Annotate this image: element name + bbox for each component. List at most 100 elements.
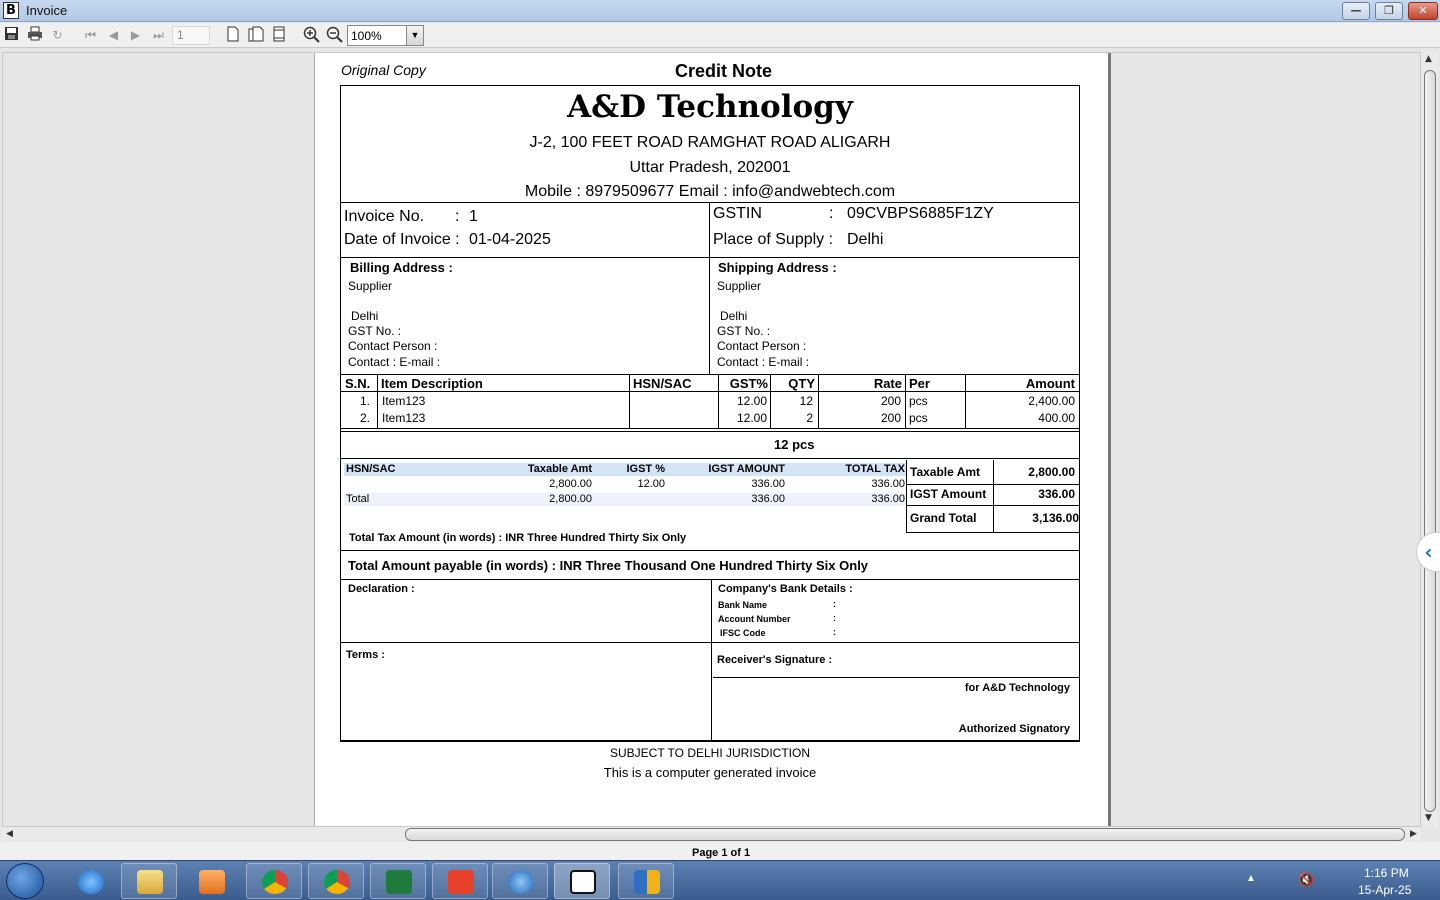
tax-amount-words: Total Tax Amount (in words) : INR Three … (349, 532, 687, 544)
company-address: J-2, 100 FEET ROAD RAMGHAT ROAD ALIGARH (529, 134, 891, 151)
tax-taxable: 2,800.00 (549, 478, 592, 490)
clock-time[interactable]: 1:16 PM (1364, 866, 1409, 880)
zoom-select[interactable]: 100% (347, 25, 407, 46)
shipping-name: Supplier (717, 279, 762, 293)
billing-heading: Billing Address : (350, 260, 453, 275)
shipping-person: Contact Person : (717, 339, 807, 353)
item-amount: 2,400.00 (1028, 394, 1075, 408)
chrome-icon[interactable] (246, 863, 302, 899)
authorized-signatory: Authorized Signatory (958, 723, 1070, 735)
divider (340, 391, 1080, 392)
minimize-button[interactable]: — (1342, 2, 1370, 20)
tax-col-taxable: Taxable Amt (527, 463, 592, 475)
file-explorer-icon[interactable] (121, 863, 177, 899)
billing-contact: Contact : E-mail : (348, 355, 441, 369)
col-line (905, 374, 906, 428)
restore-button[interactable]: ❐ (1375, 2, 1403, 20)
first-page-icon[interactable]: ⏮ (81, 26, 100, 45)
for-company: for A&D Technology (964, 682, 1070, 694)
col-qty: QTY (788, 376, 815, 391)
dropdown-icon[interactable]: ▼ (406, 25, 424, 46)
divider (340, 257, 1080, 258)
grand-total-label: Grand Total (910, 511, 977, 525)
col-sn: S.N. (345, 376, 371, 391)
scroll-up-icon[interactable]: ▲ (1425, 54, 1432, 64)
divider (340, 579, 1080, 580)
shipping-city: Delhi (720, 309, 748, 323)
col-line (993, 460, 994, 533)
billing-person: Contact Person : (348, 339, 438, 353)
col-per: Per (909, 376, 930, 391)
divider (906, 505, 1080, 506)
col-gst: GST% (729, 376, 768, 391)
gstin-value: 09CVBPS6885F1ZY (847, 205, 994, 222)
supply-value: Delhi (847, 231, 884, 248)
shipping-gst: GST No. : (717, 324, 771, 338)
divider (713, 677, 1080, 678)
prev-page-icon[interactable]: ◀ (104, 26, 123, 45)
tax-igst-pct: 12.00 (637, 478, 665, 490)
single-page-icon[interactable] (223, 26, 242, 45)
divider (340, 740, 1080, 742)
colon: : (455, 208, 460, 225)
save-icon[interactable] (2, 26, 21, 45)
remote-desktop-icon[interactable] (492, 863, 548, 899)
print-icon[interactable] (25, 26, 44, 45)
refresh-icon[interactable]: ↻ (48, 26, 67, 45)
page-setup-icon[interactable] (269, 26, 288, 45)
excel-icon[interactable] (370, 863, 426, 899)
bank-heading: Company's Bank Details : (718, 583, 853, 595)
scroll-left-icon[interactable]: ◀ (6, 829, 13, 839)
divider (906, 484, 1080, 485)
chrome-profile-icon[interactable] (308, 863, 364, 899)
scroll-right-icon[interactable]: ▶ (1410, 829, 1417, 839)
summary-igst: 336.00 (1038, 487, 1075, 501)
billing-city: Delhi (351, 309, 379, 323)
show-hidden-icons-icon[interactable]: ▲ (1246, 873, 1256, 884)
date-label: Date of Invoice : (344, 231, 460, 248)
next-page-icon[interactable]: ▶ (126, 26, 145, 45)
col-description: Item Description (381, 376, 483, 391)
col-line (906, 460, 907, 533)
scroll-down-icon[interactable]: ▼ (1425, 813, 1432, 823)
app-window-icon[interactable] (618, 863, 674, 899)
colon: : (833, 627, 836, 637)
billing-gst: GST No. : (348, 324, 402, 338)
clock-date[interactable]: 15-Apr-25 (1358, 883, 1411, 897)
colon: : (833, 613, 836, 623)
tax-igst-amount: 336.00 (751, 478, 785, 490)
tax-total-label: Total (346, 493, 370, 505)
ie-icon[interactable] (62, 863, 118, 899)
close-button[interactable]: ✕ (1408, 2, 1438, 20)
volume-muted-icon[interactable]: 🔇 (1298, 872, 1314, 888)
last-page-icon[interactable]: ⏭ (149, 26, 168, 45)
divider (340, 431, 1080, 432)
account-number-label: Account Number (718, 614, 791, 624)
busy-app-icon[interactable] (554, 863, 610, 899)
zoom-in-icon[interactable] (302, 26, 321, 45)
doc-title: Credit Note (675, 61, 773, 81)
generated-note: This is a computer generated invoice (603, 765, 817, 780)
divider (340, 428, 1080, 429)
summary-taxable-label: Taxable Amt (910, 465, 981, 479)
two-page-icon[interactable] (246, 26, 265, 45)
copy-label: Original Copy (341, 62, 426, 78)
horizontal-scroll-thumb[interactable] (405, 828, 1405, 841)
divider (340, 374, 1080, 375)
tax-col-hsn: HSN/SAC (346, 463, 396, 475)
tax-col-total: TOTAL TAX (845, 463, 905, 475)
vertical-scroll-thumb[interactable] (1424, 70, 1436, 812)
start-button[interactable] (6, 863, 44, 899)
zoom-out-icon[interactable] (325, 26, 344, 45)
item-gst: 12.00 (736, 411, 767, 425)
page-number-input[interactable]: 1 (172, 26, 210, 45)
terms-label: Terms : (346, 649, 385, 661)
company-contact: Mobile : 8979509677 Email : info@andwebt… (524, 183, 896, 200)
colon: : (829, 205, 834, 222)
col-line (629, 374, 630, 428)
item-gst: 12.00 (736, 394, 767, 408)
app-icon: B (3, 2, 19, 19)
bank-name-label: Bank Name (718, 600, 768, 610)
media-player-icon[interactable] (183, 863, 239, 899)
anydesk-icon[interactable] (432, 863, 488, 899)
